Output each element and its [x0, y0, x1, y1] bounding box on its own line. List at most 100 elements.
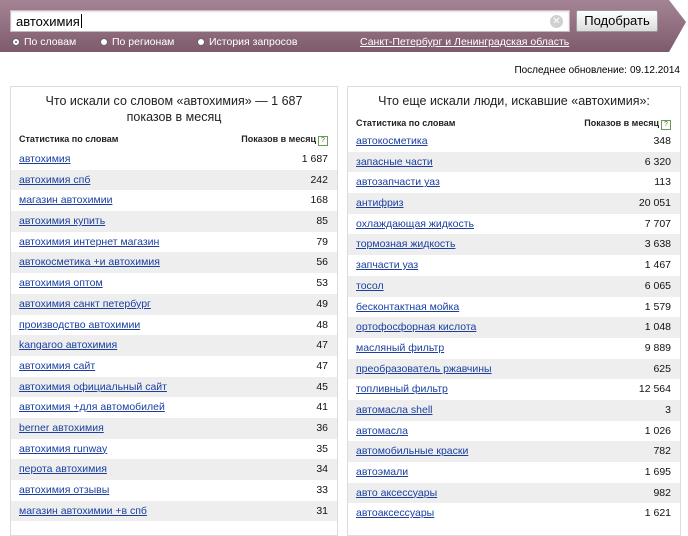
- table-row: автозапчасти уаз 113: [348, 172, 680, 193]
- keyword-link[interactable]: автомасла: [356, 425, 408, 437]
- keyword-link[interactable]: антифриз: [356, 197, 403, 209]
- impressions-count: 45: [316, 380, 328, 393]
- last-updated-label: Последнее обновление:: [514, 65, 627, 76]
- impressions-count: 79: [316, 235, 328, 248]
- keyword-link[interactable]: магазин автохимии +в спб: [19, 505, 147, 517]
- keyword-link[interactable]: магазин автохимии: [19, 194, 112, 206]
- impressions-count: 56: [316, 256, 328, 269]
- keyword-link[interactable]: berner автохимия: [19, 422, 104, 434]
- table-row: berner автохимия 36: [11, 417, 337, 439]
- keyword-link[interactable]: масляный фильтр: [356, 342, 444, 354]
- submit-button[interactable]: Подобрать: [576, 10, 658, 32]
- table-row: автомобильные краски 782: [348, 441, 680, 462]
- table-row: запчасти уаз 1 467: [348, 255, 680, 276]
- related-table: автокосметика 348 запасные части 6 320 автоз…: [348, 131, 680, 524]
- impressions-count: 1 579: [644, 300, 671, 313]
- mode-label: По регионам: [112, 36, 175, 48]
- search-input[interactable]: автохимия ✕: [10, 10, 570, 32]
- keyword-link[interactable]: производство автохимии: [19, 319, 140, 331]
- keyword-link[interactable]: автохимия: [19, 153, 71, 165]
- help-icon[interactable]: ?: [318, 136, 328, 146]
- related-searches-panel: Что еще искали люди, искавшие «автохимия…: [347, 86, 681, 536]
- table-row: автоэмали 1 695: [348, 462, 680, 483]
- keyword-link[interactable]: тормозная жидкость: [356, 238, 455, 250]
- mode-by-regions[interactable]: По регионам: [100, 36, 174, 48]
- table-row: масляный фильтр 9 889: [348, 338, 680, 359]
- keyword-link[interactable]: автохимия санкт петербург: [19, 298, 151, 310]
- impressions-count: 1 621: [644, 507, 671, 520]
- table-row: автомасла shell 3: [348, 399, 680, 421]
- keyword-link[interactable]: авто аксессуары: [356, 487, 437, 499]
- keyword-link[interactable]: kangaroo автохимия: [19, 339, 117, 351]
- keyword-link[interactable]: автохимия спб: [19, 174, 90, 186]
- keyword-link[interactable]: автомобильные краски: [356, 445, 468, 457]
- column-keyword-header: Статистика по словам: [19, 134, 119, 144]
- mode-query-history[interactable]: История запросов: [197, 36, 297, 48]
- keyword-link[interactable]: топливный фильтр: [356, 383, 448, 395]
- impressions-count: 3 638: [644, 238, 671, 251]
- impressions-count: 20 051: [638, 197, 671, 210]
- impressions-count: 3: [665, 403, 671, 416]
- keyword-link[interactable]: тосол: [356, 280, 384, 292]
- keyword-link[interactable]: ортофосфорная кислота: [356, 321, 476, 333]
- table-row: топливный фильтр 12 564: [348, 379, 680, 400]
- impressions-count: 6 065: [644, 279, 671, 292]
- column-count-label: Показов в месяц: [241, 134, 316, 144]
- keyword-link[interactable]: автохимия интернет магазин: [19, 236, 159, 248]
- table-row: тормозная жидкость 3 638: [348, 234, 680, 256]
- mode-by-words[interactable]: По словам: [12, 36, 76, 48]
- clear-icon[interactable]: ✕: [550, 15, 563, 28]
- keyword-link[interactable]: автохимия +для автомобилей: [19, 401, 165, 413]
- column-keyword-header: Статистика по словам: [356, 118, 456, 128]
- keyword-link[interactable]: автокосметика: [356, 135, 428, 147]
- keyword-link[interactable]: автохимия официальный сайт: [19, 381, 167, 393]
- keyword-link[interactable]: автозапчасти уаз: [356, 176, 440, 188]
- table-row: производство автохимии 48: [11, 315, 337, 336]
- column-count-header: Показов в месяц?: [584, 118, 671, 130]
- table-row: автохимия официальный сайт 45: [11, 376, 337, 398]
- table-row: автохимия runway 35: [11, 439, 337, 460]
- impressions-count: 625: [653, 362, 671, 375]
- keyword-link[interactable]: преобразователь ржавчины: [356, 363, 492, 375]
- table-row: авто аксессуары 982: [348, 482, 680, 504]
- table-row: магазин автохимии +в спб 31: [11, 500, 337, 522]
- keyword-link[interactable]: автохимия оптом: [19, 277, 103, 289]
- panel-title: Что искали со словом «автохимия» — 1 687…: [45, 94, 303, 124]
- impressions-count: 85: [316, 215, 328, 228]
- keyword-link[interactable]: автоаксессуары: [356, 507, 434, 519]
- radio-icon[interactable]: [197, 38, 205, 46]
- keyword-link[interactable]: автоэмали: [356, 466, 408, 478]
- keyword-link[interactable]: автомасла shell: [356, 404, 433, 416]
- keyword-link[interactable]: автохимия сайт: [19, 360, 95, 372]
- impressions-count: 12 564: [638, 383, 671, 396]
- keyword-link[interactable]: запасные части: [356, 156, 433, 168]
- keyword-link[interactable]: перота автохимия: [19, 463, 107, 475]
- keyword-link[interactable]: бесконтактная мойка: [356, 301, 459, 313]
- table-row: автоаксессуары 1 621: [348, 503, 680, 524]
- impressions-count: 982: [653, 486, 671, 499]
- table-row: перота автохимия 34: [11, 459, 337, 480]
- keyword-link[interactable]: автокосметика +и автохимия: [19, 256, 160, 268]
- keyword-link[interactable]: автохимия runway: [19, 443, 107, 455]
- keyword-table: автохимия 1 687 автохимия спб 242 магазин ав…: [11, 149, 337, 522]
- mode-label: По словам: [24, 36, 77, 48]
- mode-label: История запросов: [209, 36, 298, 48]
- help-icon[interactable]: ?: [661, 120, 671, 130]
- table-row: ортофосфорная кислота 1 048: [348, 317, 680, 338]
- impressions-count: 35: [316, 442, 328, 455]
- radio-icon[interactable]: [100, 38, 108, 46]
- impressions-count: 1 048: [644, 321, 671, 334]
- impressions-count: 9 889: [644, 341, 671, 354]
- table-row: автохимия интернет магазин 79: [11, 232, 337, 253]
- radio-selected-icon[interactable]: [12, 38, 20, 46]
- impressions-count: 47: [316, 359, 328, 372]
- keyword-link[interactable]: автохимия купить: [19, 215, 105, 227]
- keyword-link[interactable]: запчасти уаз: [356, 259, 418, 271]
- keyword-link[interactable]: автохимия отзывы: [19, 484, 109, 496]
- keyword-link[interactable]: охлаждающая жидкость: [356, 218, 474, 230]
- table-row: тосол 6 065: [348, 275, 680, 297]
- table-header: Статистика по словам Показов в месяц?: [11, 134, 337, 146]
- search-query[interactable]: автохимия: [16, 14, 82, 29]
- impressions-count: 49: [316, 297, 328, 310]
- region-link[interactable]: Санкт-Петербург и Ленинградская область: [360, 36, 569, 48]
